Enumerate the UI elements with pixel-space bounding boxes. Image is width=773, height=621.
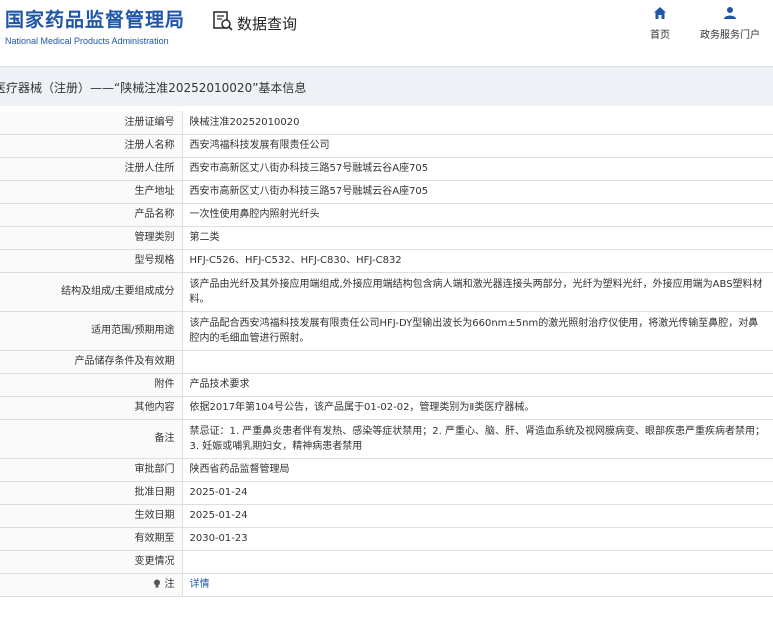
row-value: 第二类 [182, 226, 773, 250]
row-label: 备注 [0, 419, 183, 459]
note-label: 注 [164, 579, 175, 590]
row-value: 禁忌证：1. 严重鼻炎患者伴有发热、感染等症状禁用；2. 严重心、脑、肝、肾造血… [182, 419, 773, 459]
registration-info-table: 注册证编号 陕械注准20252010020 注册人名称 西安鸿福科技发展有限责任公司… [0, 111, 773, 597]
row-label: 注册人住所 [0, 157, 183, 181]
table-row: 产品名称 一次性使用鼻腔内照射光纤头 [0, 203, 773, 227]
table-row: 结构及组成/主要组成成分 该产品由光纤及其外接应用端组成,外接应用端结构包含病人端… [0, 272, 773, 312]
row-value: 2025-01-24 [182, 504, 773, 528]
table-row-note: 注 详情 [0, 573, 773, 597]
note-value-cell: 详情 [182, 573, 773, 597]
table-row: 批准日期 2025-01-24 [0, 481, 773, 505]
table-row: 附件 产品技术要求 [0, 373, 773, 397]
row-value: 一次性使用鼻腔内照射光纤头 [182, 203, 773, 227]
row-value: HFJ-C526、HFJ-C532、HFJ-C830、HFJ-C832 [182, 249, 773, 273]
table-row: 备注 禁忌证：1. 严重鼻炎患者伴有发热、感染等症状禁用；2. 严重心、脑、肝、肾… [0, 419, 773, 459]
row-label: 注册人名称 [0, 134, 183, 158]
data-query-label: 数据查询 [237, 14, 298, 33]
logo-cn-text: 国家药品监督管理局 [5, 9, 186, 31]
site-header: 国家药品监督管理局 National Medical Products Admi… [0, 0, 773, 58]
site-logo[interactable]: 国家药品监督管理局 National Medical Products Admi… [5, 5, 185, 46]
search-icon [212, 10, 234, 36]
row-label: 产品储存条件及有效期 [0, 350, 183, 374]
row-value: 陕西省药品监督管理局 [182, 458, 773, 482]
row-value: 西安市高新区丈八街办科技三路57号融城云谷A座705 [182, 157, 773, 181]
row-label: 管理类别 [0, 226, 183, 250]
note-label-cell: 注 [0, 573, 183, 597]
row-value: 陕械注准20252010020 [182, 111, 773, 135]
table-row: 变更情况 [0, 550, 773, 574]
table-row: 产品储存条件及有效期 [0, 350, 773, 374]
table-row: 审批部门 陕西省药品监督管理局 [0, 458, 773, 482]
row-value: 该产品配合西安鸿福科技发展有限责任公司HFJ-DY型输出波长为660nm±5nm… [182, 311, 773, 351]
row-label: 审批部门 [0, 458, 183, 482]
table-row: 管理类别 第二类 [0, 226, 773, 250]
row-value [182, 350, 773, 374]
row-label: 生效日期 [0, 504, 183, 528]
table-row: 注册人住所 西安市高新区丈八街办科技三路57号融城云谷A座705 [0, 157, 773, 181]
row-label: 适用范围/预期用途 [0, 311, 183, 351]
row-value: 西安市高新区丈八街办科技三路57号融城云谷A座705 [182, 180, 773, 204]
nav-home[interactable]: 首页 [640, 6, 680, 41]
details-link[interactable]: 详情 [190, 579, 210, 590]
row-value: 产品技术要求 [182, 373, 773, 397]
row-label: 有效期至 [0, 527, 183, 551]
bulb-icon [153, 579, 164, 590]
row-label: 结构及组成/主要组成成分 [0, 272, 183, 312]
nav-home-label: 首页 [650, 30, 670, 41]
row-label: 其他内容 [0, 396, 183, 420]
record-title-bar: 医疗器械（注册）——“陕械注准20252010020”基本信息 [0, 66, 773, 106]
user-icon [723, 7, 737, 23]
table-row: 型号规格 HFJ-C526、HFJ-C532、HFJ-C830、HFJ-C832 [0, 249, 773, 273]
table-row: 有效期至 2030-01-23 [0, 527, 773, 551]
table-row: 适用范围/预期用途 该产品配合西安鸿福科技发展有限责任公司HFJ-DY型输出波长为… [0, 311, 773, 351]
row-label: 附件 [0, 373, 183, 397]
row-label: 产品名称 [0, 203, 183, 227]
logo-en-text: National Medical Products Administration [5, 36, 169, 46]
row-label: 注册证编号 [0, 111, 183, 135]
row-label: 型号规格 [0, 249, 183, 273]
row-label: 变更情况 [0, 550, 183, 574]
row-label: 生产地址 [0, 180, 183, 204]
row-value: 2025-01-24 [182, 481, 773, 505]
row-value: 西安鸿福科技发展有限责任公司 [182, 134, 773, 158]
table-row: 其他内容 依据2017年第104号公告，该产品属于01-02-02，管理类别为Ⅱ类… [0, 396, 773, 420]
nav-government-portal-label: 政务服务门户 [700, 30, 760, 41]
home-icon [653, 7, 667, 23]
data-query-link[interactable]: 数据查询 [212, 10, 297, 36]
table-row: 注册证编号 陕械注准20252010020 [0, 111, 773, 135]
row-value [182, 550, 773, 574]
row-value: 依据2017年第104号公告，该产品属于01-02-02，管理类别为Ⅱ类医疗器械… [182, 396, 773, 420]
row-label: 批准日期 [0, 481, 183, 505]
row-value: 2030-01-23 [182, 527, 773, 551]
row-value: 该产品由光纤及其外接应用端组成,外接应用端结构包含病人端和激光器连接头两部分，光… [182, 272, 773, 312]
record-title: 医疗器械（注册）——“陕械注准20252010020”基本信息 [0, 81, 307, 95]
nav-government-portal[interactable]: 政务服务门户 [695, 6, 765, 41]
table-row: 生效日期 2025-01-24 [0, 504, 773, 528]
table-row: 生产地址 西安市高新区丈八街办科技三路57号融城云谷A座705 [0, 180, 773, 204]
table-row: 注册人名称 西安鸿福科技发展有限责任公司 [0, 134, 773, 158]
